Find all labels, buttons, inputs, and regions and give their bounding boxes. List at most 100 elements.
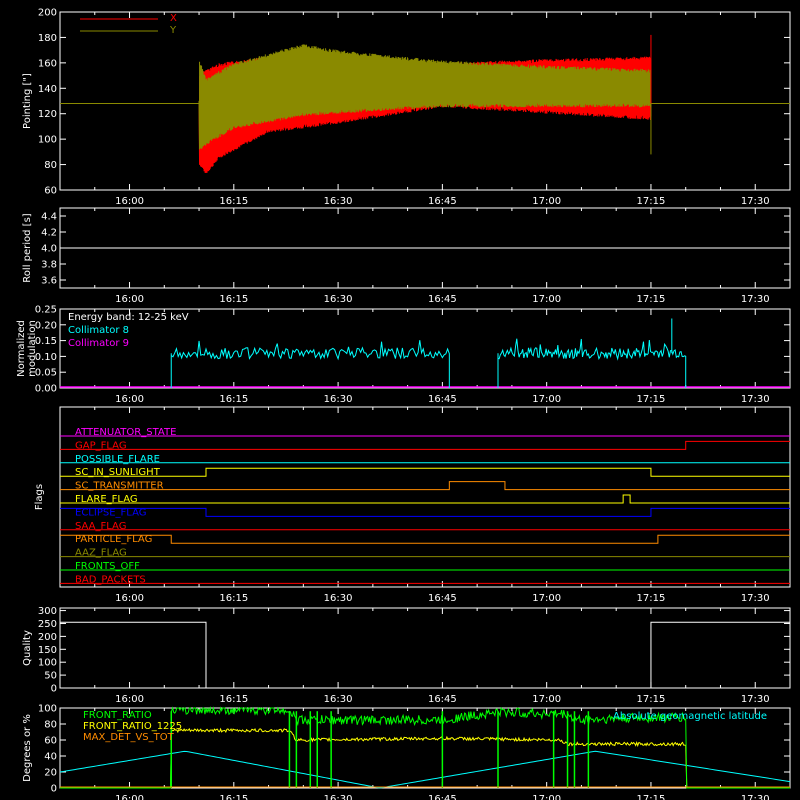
x-tick-label: 17:15	[637, 394, 666, 405]
x-tick-label: 16:15	[219, 196, 248, 207]
legend-label-collimator-8: Collimator 8	[68, 325, 129, 336]
x-tick-label: 17:30	[741, 694, 770, 705]
x-tick-label: 16:45	[428, 294, 457, 305]
x-tick-label: 16:45	[428, 394, 457, 405]
x-tick-label: 17:30	[741, 593, 770, 604]
flag-label-particle-flag: PARTICLE_FLAG	[75, 534, 152, 545]
x-tick-label: 16:15	[219, 794, 248, 800]
y-axis-label: modulation	[27, 320, 38, 377]
flag-label-flare-flag: FLARE_FLAG	[75, 494, 138, 505]
y-tick-label: 100	[38, 658, 57, 669]
flag-label-aaz-flag: AAZ_FLAG	[75, 548, 127, 559]
y-tick-label: 250	[38, 619, 57, 630]
x-tick-label: 16:00	[115, 794, 144, 800]
x-tick-label: 17:15	[637, 294, 666, 305]
y-tick-label: 80	[44, 160, 57, 171]
x-tick-label: 16:30	[324, 593, 353, 604]
x-tick-label: 17:30	[741, 394, 770, 405]
energy-band-annotation: Energy band: 12-25 keV	[68, 312, 189, 323]
y-tick-label: 3.6	[41, 276, 57, 287]
x-tick-label: 16:45	[428, 694, 457, 705]
y-tick-label: 4.0	[41, 244, 57, 255]
legend-label-front-ratio: FRONT_RATIO	[83, 710, 152, 721]
y-axis-label: Flags	[34, 484, 45, 510]
x-tick-label: 17:00	[532, 593, 561, 604]
x-tick-label: 16:45	[428, 593, 457, 604]
y-tick-label: 140	[38, 84, 57, 95]
y-tick-label: 20	[44, 768, 57, 779]
y-axis-label: Degrees or %	[22, 714, 33, 782]
x-tick-label: 16:30	[324, 694, 353, 705]
y-axis-label: Quality	[22, 630, 33, 666]
flag-label-eclipse-flag: ECLIPSE_FLAG	[75, 507, 146, 518]
y-axis-label: Pointing ["]	[22, 73, 33, 129]
y-tick-label: 160	[38, 58, 57, 69]
x-tick-label: 17:00	[532, 294, 561, 305]
flag-label-attenuator-state: ATTENUATOR_STATE	[75, 427, 176, 438]
flag-label-sc-in-sunlight: SC_IN_SUNLIGHT	[75, 467, 161, 478]
x-tick-label: 16:00	[115, 593, 144, 604]
y-axis-label: Normalized	[16, 320, 27, 377]
y-tick-label: 40	[44, 752, 57, 763]
y-tick-label: 0.15	[35, 336, 57, 347]
flag-label-gap-flag: GAP_FLAG	[75, 440, 127, 451]
legend-label-x: X	[170, 13, 177, 24]
x-tick-label: 16:15	[219, 394, 248, 405]
y-tick-label: 100	[38, 704, 57, 715]
legend-label-geomagnetic-latitude: Absolute geomagnetic latitude	[613, 711, 767, 722]
y-tick-label: 0	[51, 784, 57, 795]
x-tick-label: 16:30	[324, 294, 353, 305]
y-tick-label: 50	[44, 671, 57, 682]
x-tick-label: 17:15	[637, 593, 666, 604]
x-tick-label: 16:15	[219, 593, 248, 604]
y-tick-label: 3.8	[41, 260, 57, 271]
x-tick-label: 16:00	[115, 394, 144, 405]
legend-label-y: Y	[169, 25, 177, 36]
legend-label-max-det-vs-tot: MAX_DET_VS_TOT	[83, 732, 175, 743]
x-tick-label: 17:15	[637, 694, 666, 705]
flag-label-fronts-off: FRONTS_OFF	[75, 561, 140, 572]
x-tick-label: 16:00	[115, 196, 144, 207]
y-tick-label: 4.4	[41, 212, 57, 223]
x-tick-label: 16:30	[324, 394, 353, 405]
y-tick-label: 150	[38, 645, 57, 656]
x-tick-label: 17:15	[637, 196, 666, 207]
flag-label-saa-flag: SAA_FLAG	[75, 521, 126, 532]
y-tick-label: 100	[38, 135, 57, 146]
y-tick-label: 60	[44, 186, 57, 197]
x-tick-label: 17:00	[532, 394, 561, 405]
y-tick-label: 0.10	[35, 352, 57, 363]
legend-label-collimator-9: Collimator 9	[68, 338, 129, 349]
y-tick-label: 180	[38, 33, 57, 44]
x-tick-label: 16:45	[428, 794, 457, 800]
y-tick-label: 0.05	[35, 368, 57, 379]
y-tick-label: 0	[51, 684, 57, 695]
y-tick-label: 200	[38, 8, 57, 19]
x-tick-label: 16:30	[324, 794, 353, 800]
y-tick-label: 0.00	[35, 384, 57, 395]
x-tick-label: 17:15	[637, 794, 666, 800]
y-axis-label: Roll period [s]	[22, 213, 33, 282]
y-tick-label: 0.20	[35, 320, 57, 331]
x-tick-label: 16:15	[219, 294, 248, 305]
flag-label-possible-flare: POSSIBLE_FLARE	[75, 454, 160, 465]
legend-label-front-ratio-1225: FRONT_RATIO_1225	[83, 721, 182, 732]
y-tick-label: 120	[38, 109, 57, 120]
x-tick-label: 17:00	[532, 794, 561, 800]
x-tick-label: 17:30	[741, 294, 770, 305]
x-tick-label: 17:30	[741, 196, 770, 207]
flag-label-bad-packets: BAD_PACKETS	[75, 574, 146, 585]
y-tick-label: 200	[38, 632, 57, 643]
y-tick-label: 4.2	[41, 228, 57, 239]
x-tick-label: 17:30	[741, 794, 770, 800]
x-tick-label: 16:00	[115, 694, 144, 705]
x-tick-label: 17:00	[532, 694, 561, 705]
x-tick-label: 16:45	[428, 196, 457, 207]
y-tick-label: 300	[38, 606, 57, 617]
x-tick-label: 17:00	[532, 196, 561, 207]
y-tick-label: 0.25	[35, 305, 57, 316]
orbit-summary-charts: 16:00 16:15 16:30 16:45 17:00 17:15 17:30 60 80 1…	[0, 0, 800, 800]
x-tick-label: 16:15	[219, 694, 248, 705]
x-tick-label: 16:00	[115, 294, 144, 305]
x-tick-label: 16:30	[324, 196, 353, 207]
